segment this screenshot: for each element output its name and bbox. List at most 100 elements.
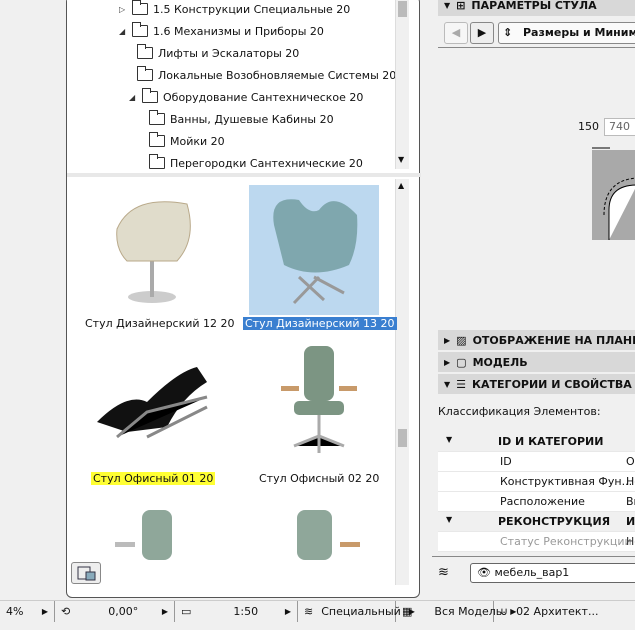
tree-item[interactable]: ▷ 1.5 Конструкции Специальные 20 bbox=[119, 0, 350, 19]
group-row[interactable]: ▼ РЕКОНСТРУКЦИЯ Ис bbox=[438, 512, 635, 532]
divider bbox=[438, 47, 635, 48]
thumbnail-label-highlighted[interactable]: Стул Офисный 01 20 bbox=[91, 472, 216, 485]
zoom-value: 4% bbox=[6, 605, 24, 618]
property-value: Не bbox=[626, 475, 635, 488]
layer-combo-value: Специальный bbox=[321, 605, 401, 618]
folder-icon bbox=[149, 154, 165, 169]
thumbnail-label[interactable]: Стул Дизайнерский 12 20 bbox=[83, 317, 237, 330]
tree-item-label: 1.5 Конструкции Специальные 20 bbox=[153, 2, 351, 16]
pen-icon: ⊍ bbox=[500, 605, 509, 618]
scroll-thumb[interactable] bbox=[398, 1, 407, 17]
collapse-triangle-icon[interactable]: ◢ bbox=[119, 27, 127, 36]
status-bar: 4% ▶ ⟲ 0,00° ▶ ▭ 1:50 ▶ ≋ Специальный ▶ ▦ Вся Мо… bbox=[0, 600, 635, 622]
section-title: ОТОБРАЖЕНИЕ НА ПЛАНЕ И bbox=[472, 333, 635, 347]
chair-thumbnail[interactable] bbox=[97, 502, 227, 562]
section-header-categories[interactable]: ▼ ☰ КАТЕГОРИИ И СВОЙСТВА bbox=[438, 374, 635, 394]
property-value: ОБ bbox=[626, 455, 635, 468]
section-title: ПАРАМЕТРЫ СТУЛА bbox=[471, 0, 597, 12]
next-page-button[interactable]: ▶ bbox=[470, 22, 494, 44]
tree-item[interactable]: Лифты и Эскалаторы 20 bbox=[137, 43, 299, 63]
property-name: Конструктивная Фун... bbox=[500, 475, 633, 488]
scroll-down-icon[interactable]: ▼ bbox=[398, 155, 404, 164]
folder-icon bbox=[149, 132, 165, 147]
library-tree: ▷ 1.5 Конструкции Специальные 20 ◢ 1.6 Мех… bbox=[67, 0, 407, 173]
page-select[interactable]: ⇕ Размеры и Минимал bbox=[498, 22, 635, 44]
property-name: ID bbox=[500, 455, 512, 468]
folder-icon bbox=[132, 22, 148, 37]
dimension-input[interactable]: 740 bbox=[604, 118, 635, 136]
folder-icon bbox=[149, 110, 165, 125]
chair-thumbnail[interactable] bbox=[87, 337, 217, 467]
eye-icon: 👁 bbox=[477, 566, 491, 579]
layer-select[interactable]: 👁 мебель_вар1 bbox=[470, 563, 635, 583]
scale-control[interactable]: ▭ 1:50 ▶ bbox=[175, 601, 298, 622]
settings-panel: ▼ ⊞ ПАРАМЕТРЫ СТУЛА ◀ ▶ ⇕ Размеры и Минимал… bbox=[432, 0, 635, 598]
tree-item-label: 1.6 Механизмы и Приборы 20 bbox=[153, 24, 324, 38]
angle-value: 0,00° bbox=[108, 605, 139, 618]
tree-item[interactable]: Локальные Возобновляемые Системы 20 bbox=[137, 65, 396, 85]
gallery-scrollbar[interactable]: ▲ bbox=[395, 179, 409, 585]
designer-chair-icon bbox=[116, 201, 191, 303]
chair-thumbnail[interactable] bbox=[87, 189, 217, 319]
collapse-triangle-icon: ▼ bbox=[446, 515, 453, 524]
scale-value: 1:50 bbox=[233, 605, 259, 618]
divider bbox=[432, 556, 635, 557]
library-manager-button[interactable] bbox=[71, 562, 101, 584]
expand-triangle-icon[interactable]: ▷ bbox=[119, 5, 127, 14]
tree-item[interactable]: Ванны, Душевые Кабины 20 bbox=[149, 109, 334, 129]
collapse-triangle-icon[interactable]: ◢ bbox=[129, 93, 137, 102]
thumbnail-label[interactable]: Стул Офисный 02 20 bbox=[257, 472, 381, 485]
scroll-up-icon[interactable]: ▲ bbox=[398, 181, 404, 190]
scroll-thumb[interactable] bbox=[398, 429, 407, 447]
angle-control[interactable]: ⟲ 0,00° ▶ bbox=[55, 601, 175, 622]
model-view-control[interactable]: ▦ Вся Модель ▶ bbox=[396, 601, 516, 622]
thumbnail-label-selected[interactable]: Стул Дизайнерский 13 20 bbox=[243, 317, 397, 330]
chair-thumbnail-selected[interactable] bbox=[249, 185, 379, 315]
tree-item[interactable]: ◢ Оборудование Сантехническое 20 bbox=[129, 87, 363, 107]
property-row[interactable]: Статус РеконструкцииНо bbox=[438, 532, 635, 552]
list-icon: ☰ bbox=[456, 377, 467, 391]
layer-value: мебель_вар1 bbox=[494, 566, 570, 579]
library-icon bbox=[77, 566, 96, 581]
collapse-triangle-icon: ▼ bbox=[444, 0, 451, 10]
library-panel: ▷ 1.5 Конструкции Специальные 20 ◢ 1.6 Мех… bbox=[66, 0, 421, 598]
tree-item[interactable]: Перегородки Сантехнические 20 bbox=[149, 153, 363, 173]
section-header-chair-params[interactable]: ▼ ⊞ ПАРАМЕТРЫ СТУЛА bbox=[438, 0, 635, 16]
office-chair-icon bbox=[115, 510, 172, 560]
tree-item[interactable]: ◢ 1.6 Механизмы и Приборы 20 bbox=[119, 21, 324, 41]
layer-combo-control[interactable]: ≋ Специальный ▶ bbox=[298, 601, 415, 622]
tree-item-label: Локальные Возобновляемые Системы 20 bbox=[158, 68, 397, 82]
model-view-value: Вся Модель bbox=[434, 605, 503, 618]
property-value: Но bbox=[626, 535, 635, 548]
expand-triangle-icon: ▶ bbox=[444, 335, 451, 345]
layers-icon: ≋ bbox=[304, 605, 314, 618]
prev-page-button[interactable]: ◀ bbox=[444, 22, 468, 44]
group-row[interactable]: ▼ ID И КАТЕГОРИИ bbox=[438, 432, 635, 452]
folder-icon bbox=[137, 44, 153, 59]
property-row[interactable]: Расположение Вн bbox=[438, 492, 635, 512]
folder-icon bbox=[142, 88, 158, 103]
section-header-model[interactable]: ▶ ▢ МОДЕЛЬ bbox=[438, 352, 635, 372]
property-row[interactable]: ID ОБ bbox=[438, 452, 635, 472]
ruler-icon: ▭ bbox=[181, 605, 192, 618]
lounge-chair-icon bbox=[97, 367, 208, 439]
rotate-icon: ⟲ bbox=[61, 605, 71, 618]
pen-set-control[interactable]: ⊍ 02 Архитект... bbox=[494, 601, 604, 622]
office-chair-icon bbox=[297, 510, 360, 560]
property-row[interactable]: Конструктивная Фун...Не bbox=[438, 472, 635, 492]
chair-thumbnail[interactable] bbox=[252, 502, 382, 562]
group-value: Ис bbox=[626, 515, 635, 528]
dimensions-icon: ⇕ bbox=[503, 26, 513, 39]
arrow-right-icon: ▶ bbox=[284, 607, 291, 616]
swan-chair-icon bbox=[273, 199, 358, 305]
section-title: КАТЕГОРИИ И СВОЙСТВА bbox=[472, 377, 632, 391]
splitter[interactable] bbox=[67, 173, 421, 177]
chair-thumbnail[interactable] bbox=[249, 341, 379, 471]
section-header-floorplan[interactable]: ▶ ▨ ОТОБРАЖЕНИЕ НА ПЛАНЕ И bbox=[438, 330, 635, 350]
tree-scrollbar[interactable]: ▼ bbox=[395, 0, 409, 169]
folder-icon bbox=[137, 66, 153, 81]
floorplan-icon: ▨ bbox=[456, 333, 467, 347]
zoom-control[interactable]: 4% ▶ bbox=[0, 601, 55, 622]
office-chair-icon bbox=[281, 346, 357, 453]
tree-item[interactable]: Мойки 20 bbox=[149, 131, 225, 151]
